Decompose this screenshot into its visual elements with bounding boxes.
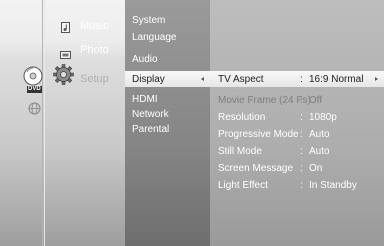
setup-item-hdmi[interactable]: HDMI (132, 94, 158, 106)
setting-separator: : (300, 163, 303, 174)
setting-separator: : (300, 74, 303, 85)
menu-item-photo[interactable]: Photo (80, 44, 109, 56)
divider-line (42, 0, 43, 246)
setting-progressive-mode-label[interactable]: Progressive Mode (218, 129, 299, 141)
chevron-left-icon (201, 77, 204, 81)
setting-movie-frame-value: Off (309, 95, 323, 106)
setting-tv-aspect-value[interactable]: 16:9 Normal (309, 74, 363, 86)
setup-item-network[interactable]: Network (132, 109, 169, 121)
setting-separator: : (300, 180, 303, 191)
setup-screen: DVD Music Photo Setup System Language Au… (0, 0, 384, 246)
setting-resolution-value[interactable]: 1080p (309, 112, 337, 124)
setting-separator: : (300, 112, 303, 123)
menu-item-setup[interactable]: Setup (80, 73, 109, 85)
setup-item-system[interactable]: System (132, 15, 165, 27)
setting-progressive-mode-value[interactable]: Auto (309, 129, 330, 141)
globe-icon[interactable] (28, 102, 41, 115)
setup-item-audio[interactable]: Audio (132, 54, 158, 66)
setting-separator: : (300, 129, 303, 140)
setting-resolution-label[interactable]: Resolution (218, 112, 265, 124)
setting-screen-message-value[interactable]: On (309, 163, 322, 175)
setting-still-mode-value[interactable]: Auto (309, 146, 330, 158)
dvd-disc-icon[interactable] (23, 66, 43, 86)
setting-still-mode-label[interactable]: Still Mode (218, 146, 262, 158)
photo-icon (60, 46, 71, 59)
setup-item-display[interactable]: Display (132, 74, 165, 86)
divider-line (44, 0, 45, 246)
music-icon (61, 20, 70, 33)
setting-light-effect-value[interactable]: In Standby (309, 180, 357, 192)
setting-separator: : (300, 95, 303, 106)
chevron-right-icon (375, 77, 378, 81)
setup-item-language[interactable]: Language (132, 32, 177, 44)
setting-movie-frame-label: Movie Frame (24 Fs) (218, 95, 311, 106)
setting-light-effect-label[interactable]: Light Effect (218, 180, 268, 192)
dvd-label: DVD (27, 86, 42, 93)
setting-screen-message-label[interactable]: Screen Message (218, 163, 293, 175)
setting-separator: : (300, 146, 303, 157)
setup-item-parental[interactable]: Parental (132, 124, 169, 136)
setting-tv-aspect-label[interactable]: TV Aspect (218, 74, 264, 86)
menu-item-music[interactable]: Music (80, 20, 109, 32)
gear-icon (53, 64, 74, 85)
